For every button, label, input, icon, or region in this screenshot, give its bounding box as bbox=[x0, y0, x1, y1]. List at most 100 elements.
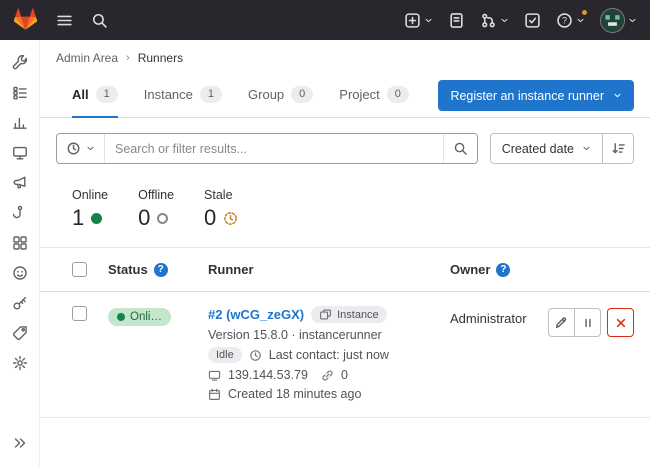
monitoring-icon[interactable] bbox=[6, 138, 34, 168]
tab-count-badge: 0 bbox=[387, 86, 409, 103]
topbar: ? bbox=[0, 0, 650, 40]
select-all-checkbox[interactable] bbox=[72, 262, 87, 277]
runner-table-header: Status ? Runner Owner ? bbox=[40, 247, 650, 292]
runner-stats: Online 1 Offline 0 Stale 0 bbox=[40, 164, 650, 247]
column-runner: Runner bbox=[208, 262, 450, 277]
runner-tabs-bar: All 1 Instance 1 Group 0 Project 0 Regis… bbox=[40, 74, 650, 118]
breadcrumb: Admin Area › Runners bbox=[40, 40, 650, 74]
help-dropdown[interactable]: ? bbox=[556, 12, 585, 29]
online-dot-icon bbox=[117, 313, 125, 321]
status-help-icon[interactable]: ? bbox=[154, 263, 168, 277]
chevron-down-icon bbox=[500, 16, 509, 25]
register-button-label: Register an instance runner bbox=[450, 89, 604, 103]
created-text: Created 18 minutes ago bbox=[228, 387, 361, 401]
help-question-glyph: ? bbox=[562, 15, 567, 25]
runner-version-line: Version 15.8.0 · instancerunner bbox=[208, 328, 440, 342]
tab-label: Instance bbox=[144, 87, 193, 102]
close-x-icon bbox=[614, 316, 628, 330]
runner-state-badge: Idle bbox=[208, 347, 242, 363]
column-status: Status bbox=[108, 262, 148, 277]
owner-help-icon[interactable]: ? bbox=[496, 263, 510, 277]
stat-label: Online bbox=[72, 188, 108, 202]
history-icon bbox=[66, 141, 81, 156]
sort-by-label: Created date bbox=[502, 142, 574, 156]
tab-count-badge: 1 bbox=[96, 86, 118, 103]
tab-count-badge: 0 bbox=[291, 86, 313, 103]
breadcrumb-separator: › bbox=[126, 52, 130, 64]
search-icon[interactable] bbox=[91, 12, 108, 29]
row-checkbox[interactable] bbox=[72, 306, 87, 321]
online-status-dot bbox=[91, 213, 102, 224]
tab-group[interactable]: Group 0 bbox=[248, 74, 313, 118]
breadcrumb-current-page: Runners bbox=[138, 51, 183, 65]
stat-stale: Stale 0 bbox=[204, 188, 238, 231]
tab-project[interactable]: Project 0 bbox=[339, 74, 409, 118]
link-count-text: 0 bbox=[341, 368, 348, 382]
ip-address-icon bbox=[208, 369, 221, 382]
todo-list-icon[interactable] bbox=[524, 12, 541, 29]
status-badge: Onli… bbox=[108, 308, 171, 326]
runner-summary-cell: #2 (wCG_zeGX) Instance Version 15.8.0 · … bbox=[208, 306, 450, 401]
tab-instance[interactable]: Instance 1 bbox=[144, 74, 222, 118]
avatar bbox=[600, 8, 625, 33]
tab-label: Group bbox=[248, 87, 284, 102]
main-content: Admin Area › Runners All 1 Instance 1 Gr… bbox=[40, 40, 650, 466]
link-icon bbox=[321, 369, 334, 382]
clock-icon bbox=[249, 349, 262, 362]
offline-status-ring bbox=[157, 213, 168, 224]
gitlab-logo[interactable] bbox=[13, 7, 38, 34]
stat-value: 0 bbox=[138, 205, 150, 231]
avatar-dropdown[interactable] bbox=[600, 8, 637, 33]
labels-icon[interactable] bbox=[6, 318, 34, 348]
hamburger-menu-icon[interactable] bbox=[56, 12, 73, 29]
new-plus-dropdown[interactable] bbox=[404, 12, 433, 29]
chevron-down-icon bbox=[86, 144, 95, 153]
stat-value: 1 bbox=[72, 205, 84, 231]
analytics-icon[interactable] bbox=[6, 108, 34, 138]
issues-icon[interactable] bbox=[448, 12, 465, 29]
runner-type-badge: Instance bbox=[311, 306, 387, 323]
tab-all[interactable]: All 1 bbox=[72, 74, 118, 118]
runner-table-row: Onli… #2 (wCG_zeGX) Instance Version 15.… bbox=[40, 292, 650, 418]
sort-by-dropdown[interactable]: Created date bbox=[491, 134, 602, 163]
chevron-down-icon bbox=[424, 16, 433, 25]
search-input[interactable] bbox=[105, 134, 443, 163]
pencil-icon bbox=[554, 316, 568, 330]
overview-list-icon[interactable] bbox=[6, 78, 34, 108]
stale-clock-icon bbox=[223, 211, 238, 226]
tab-label: Project bbox=[339, 87, 379, 102]
search-icon bbox=[453, 141, 468, 156]
pause-icon bbox=[581, 316, 595, 330]
chevron-down-icon bbox=[582, 144, 591, 153]
ip-address-text: 139.144.53.79 bbox=[228, 368, 308, 382]
notification-dot bbox=[581, 9, 588, 16]
runner-link[interactable]: #2 (wCG_zeGX) bbox=[208, 307, 304, 322]
delete-runner-button[interactable] bbox=[607, 308, 634, 337]
tab-count-badge: 1 bbox=[200, 86, 222, 103]
abuse-reports-icon[interactable] bbox=[6, 258, 34, 288]
chevron-down-icon bbox=[628, 16, 637, 25]
calendar-icon bbox=[208, 388, 221, 401]
stat-label: Offline bbox=[138, 188, 174, 202]
edit-runner-button[interactable] bbox=[548, 308, 575, 337]
expand-sidebar-icon[interactable] bbox=[6, 428, 34, 458]
instance-badge-icon bbox=[319, 308, 332, 321]
stat-online: Online 1 bbox=[72, 188, 108, 231]
system-hooks-icon[interactable] bbox=[6, 198, 34, 228]
deploy-keys-icon[interactable] bbox=[6, 288, 34, 318]
register-instance-runner-button[interactable]: Register an instance runner bbox=[438, 80, 634, 111]
column-owner: Owner bbox=[450, 262, 490, 277]
admin-overview-icon[interactable] bbox=[6, 48, 34, 78]
messages-megaphone-icon[interactable] bbox=[6, 168, 34, 198]
settings-gear-icon[interactable] bbox=[6, 348, 34, 378]
admin-sidebar-rail bbox=[0, 40, 40, 466]
pause-runner-button[interactable] bbox=[575, 308, 602, 337]
applications-grid-icon[interactable] bbox=[6, 228, 34, 258]
search-submit-button[interactable] bbox=[443, 134, 477, 163]
sort-direction-button[interactable] bbox=[602, 134, 633, 163]
merge-requests-dropdown[interactable] bbox=[480, 12, 509, 29]
breadcrumb-admin-area[interactable]: Admin Area bbox=[56, 51, 118, 65]
sort-direction-icon bbox=[611, 141, 626, 156]
search-history-dropdown[interactable] bbox=[57, 134, 105, 163]
owner-name: Administrator bbox=[450, 306, 548, 326]
